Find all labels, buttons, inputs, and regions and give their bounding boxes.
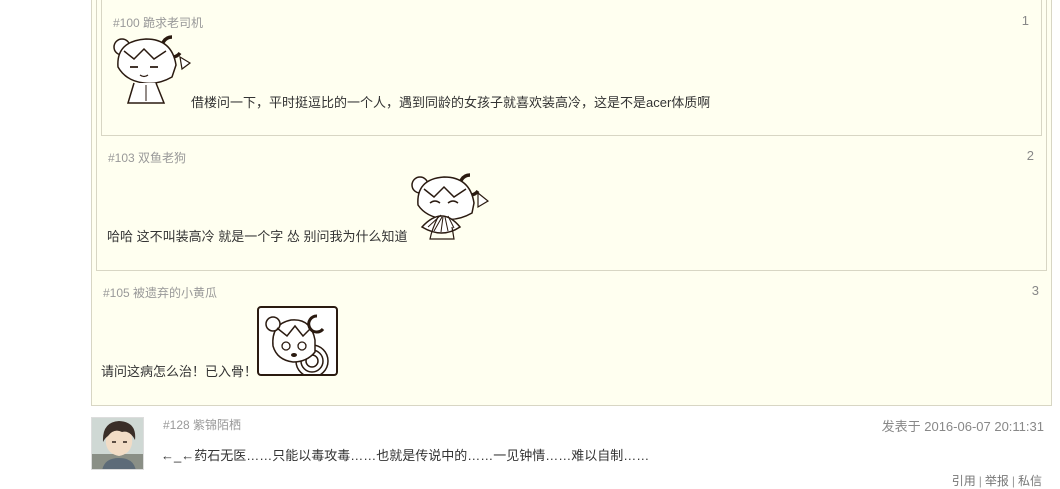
quote-block-100: #100 跪求老司机 1 借楼问一下，平时挺逗比的一个人，遇到同龄的女孩子就喜欢… [101, 0, 1042, 136]
quote-header: #105 被遗弃的小黄瓜 [103, 286, 218, 300]
user-avatar-icon[interactable] [91, 417, 144, 470]
quote-link[interactable]: 引用 [952, 474, 976, 488]
chibi-girl-sticker-icon [110, 33, 192, 108]
post-timestamp: 发表于 2016-06-07 20:11:31 [881, 419, 1044, 434]
chibi-girl-dizzy-sticker-icon [257, 306, 338, 379]
quote-floor-number: 2 [1026, 148, 1034, 163]
post-header: #128 紫锦陌栖 [163, 418, 242, 432]
post-content: ←_←药石无医……只能以毒攻毒……也就是传说中的……一见钟情……难以自制…… [161, 448, 650, 463]
quote-header: #100 跪求老司机 [113, 16, 204, 30]
quote-floor-number: 1 [1021, 13, 1029, 28]
post-actions: 引用 | 举报 | 私信 [952, 472, 1042, 489]
quote-text: 请问这病怎么治！已入骨！ [101, 364, 258, 379]
report-link[interactable]: 举报 [985, 474, 1009, 488]
quote-text: 借楼问一下，平时挺逗比的一个人，遇到同龄的女孩子就喜欢装高冷，这是不是acer体… [191, 95, 711, 110]
quote-header: #103 双鱼老狗 [108, 151, 187, 165]
quote-floor-number: 3 [1031, 283, 1039, 298]
quote-text: 哈哈 这不叫装高冷 就是一个字 怂 别问我为什么知道 [107, 229, 408, 244]
comment-thread: #105 被遗弃的小黄瓜 3 请问这病怎么治！已入骨！ #103 双鱼老狗 2 … [0, 0, 1060, 489]
chibi-girl-fan-sticker-icon [408, 169, 490, 244]
action-separator: | [978, 474, 982, 488]
action-separator: | [1011, 474, 1015, 488]
private-message-link[interactable]: 私信 [1018, 474, 1042, 488]
